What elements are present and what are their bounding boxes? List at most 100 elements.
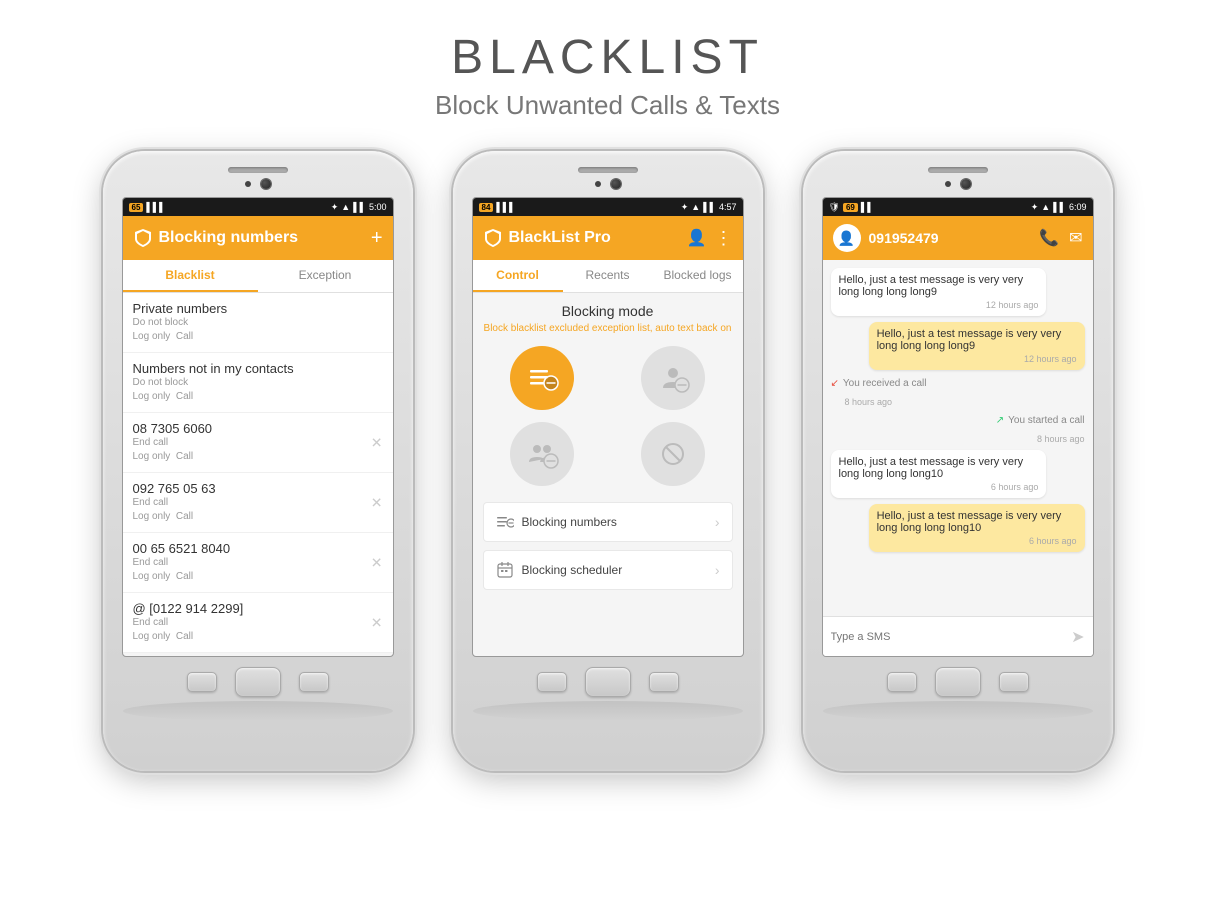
time-1: 5:00 [369,202,387,212]
phone-2-cam-small [595,181,601,187]
home-button-2[interactable] [585,667,631,697]
phone-2-tabs: Control Recents Blocked logs [473,260,743,293]
back-button-2[interactable] [537,672,567,692]
list-item-not-in-contacts: Numbers not in my contacts Do not blockL… [123,353,393,413]
block-list-icon [524,360,560,396]
status-badge-2: 84 [479,203,494,212]
delete-7305[interactable]: ✕ [371,434,383,451]
contact-number: 091952479 [869,230,939,246]
status-badge-3: 69 [843,203,858,212]
blocking-scheduler-item[interactable]: Blocking scheduler › [483,550,733,590]
phone-1-tabs: Blacklist Exception [123,260,393,293]
phone-3-screen: 🛡 69 ▌▌ ✦ ▲ ▌▌ 6:09 👤 091952479 � [822,197,1094,657]
phone-1-speaker [228,167,288,173]
phone-2-title: BlackList Pro [509,229,611,247]
home-button-1[interactable] [235,667,281,697]
call-out-time: 8 hours ago [831,434,1085,444]
chat-input-bar: ➤ [823,616,1093,656]
tab-exception[interactable]: Exception [258,260,393,292]
phone-3-cam-dot [961,179,971,189]
contacts-icon[interactable]: 👤 [687,228,707,248]
phone-3-cam-small [945,181,951,187]
bt-icon-2: ✦ [681,202,689,213]
tab-recents[interactable]: Recents [563,260,653,292]
phone-1: 65 ▌▌▌ ✦ ▲ ▌▌ 5:00 Blocking numbers [103,151,413,771]
phone-1-list: Private numbers Do not blockLog only Cal… [123,293,393,653]
phone-2-speaker [578,167,638,173]
signal-bars: ▌▌ [353,202,366,212]
phone-2-screen: 84 ▌▌▌ ✦ ▲ ▌▌ 4:57 BlackList Pro [472,197,744,657]
phone-1-reflection [123,701,393,721]
msg-3: Hello, just a test message is very very … [831,450,1047,498]
shield-sm: 🛡 [829,202,840,213]
block-mode-active[interactable] [510,346,574,410]
back-button-3[interactable] [887,672,917,692]
menu-button-2[interactable] [649,672,679,692]
phone-2-cameras [595,179,621,189]
back-button-1[interactable] [187,672,217,692]
phone-3-bottom [887,667,1029,697]
phone-1-screen: 65 ▌▌▌ ✦ ▲ ▌▌ 5:00 Blocking numbers [122,197,394,657]
phone-1-cameras [245,179,271,189]
msg-4: Hello, just a test message is very very … [869,504,1085,552]
wifi-icon-2: ▲ [691,202,700,212]
phone-2-app-bar: BlackList Pro 👤 ⋮ [473,216,743,260]
call-icon[interactable]: 📞 [1039,228,1059,248]
menu-button-1[interactable] [299,672,329,692]
chat-avatar: 👤 [833,224,861,252]
call-started: ↗ You started a call [996,415,1085,426]
delete-0122[interactable]: ✕ [371,614,383,631]
block-mode-person[interactable] [641,346,705,410]
chevron-scheduler: › [715,562,720,578]
phone-2: 84 ▌▌▌ ✦ ▲ ▌▌ 4:57 BlackList Pro [453,151,763,771]
status-badge-1: 65 [129,203,144,212]
wifi-icon: ▲ [341,202,350,212]
bt-icon-3: ✦ [1031,202,1039,213]
wifi-icon-3: ▲ [1041,202,1050,212]
phone-2-reflection [473,701,743,721]
sms-input[interactable] [831,631,1066,643]
shield-icon-2 [483,228,503,248]
phone-1-bottom [187,667,329,697]
send-icon[interactable]: ➤ [1071,627,1084,647]
blocking-numbers-item[interactable]: Blocking numbers › [483,502,733,542]
call-in-time: 8 hours ago [845,397,1085,407]
list-item-0065: 00 65 6521 8040 End callLog only Call ✕ [123,533,393,593]
list-item-092: 092 765 05 63 End callLog only Call ✕ [123,473,393,533]
blocking-mode-desc: Block blacklist excluded exception list,… [483,323,733,334]
chevron-numbers: › [715,514,720,530]
menu-button-3[interactable] [999,672,1029,692]
phone-3: 🛡 69 ▌▌ ✦ ▲ ▌▌ 6:09 👤 091952479 � [803,151,1113,771]
phone-1-status-bar: 65 ▌▌▌ ✦ ▲ ▌▌ 5:00 [123,198,393,216]
tab-blacklist[interactable]: Blacklist [123,260,258,292]
phone-1-cam-small [245,181,251,187]
call-out-arrow: ↗ [996,415,1004,426]
time-3: 6:09 [1069,202,1087,212]
tab-blocked-logs[interactable]: Blocked logs [653,260,743,292]
delete-0065[interactable]: ✕ [371,554,383,571]
delete-092[interactable]: ✕ [371,494,383,511]
page-header: BLACKLIST Block Unwanted Calls & Texts [435,30,780,121]
phone-1-app-bar: Blocking numbers + [123,216,393,260]
more-icon[interactable]: ⋮ [715,228,733,249]
list-item-7305: 08 7305 6060 End callLog only Call ✕ [123,413,393,473]
phone-3-speaker [928,167,988,173]
blocking-mode-title: Blocking mode [483,303,733,319]
phones-container: 65 ▌▌▌ ✦ ▲ ▌▌ 5:00 Blocking numbers [103,151,1113,771]
block-mode-sms[interactable] [641,422,705,486]
block-mode-group[interactable] [510,422,574,486]
tab-control[interactable]: Control [473,260,563,292]
msg-2: Hello, just a test message is very very … [869,322,1085,370]
sms-icon[interactable]: ✉ [1069,228,1082,248]
add-icon-1[interactable]: + [371,227,383,250]
blocking-numbers-label: Blocking numbers [522,515,617,529]
calendar-icon [496,561,514,579]
home-button-3[interactable] [935,667,981,697]
list-item-0122: @ [0122 914 2299] End callLog only Call … [123,593,393,653]
block-group-icon [524,436,560,472]
app-title: BLACKLIST [435,30,780,85]
block-person-icon [655,360,691,396]
msg-1: Hello, just a test message is very very … [831,268,1047,316]
chat-header: 👤 091952479 📞 ✉ [823,216,1093,260]
phone-3-reflection [823,701,1093,721]
